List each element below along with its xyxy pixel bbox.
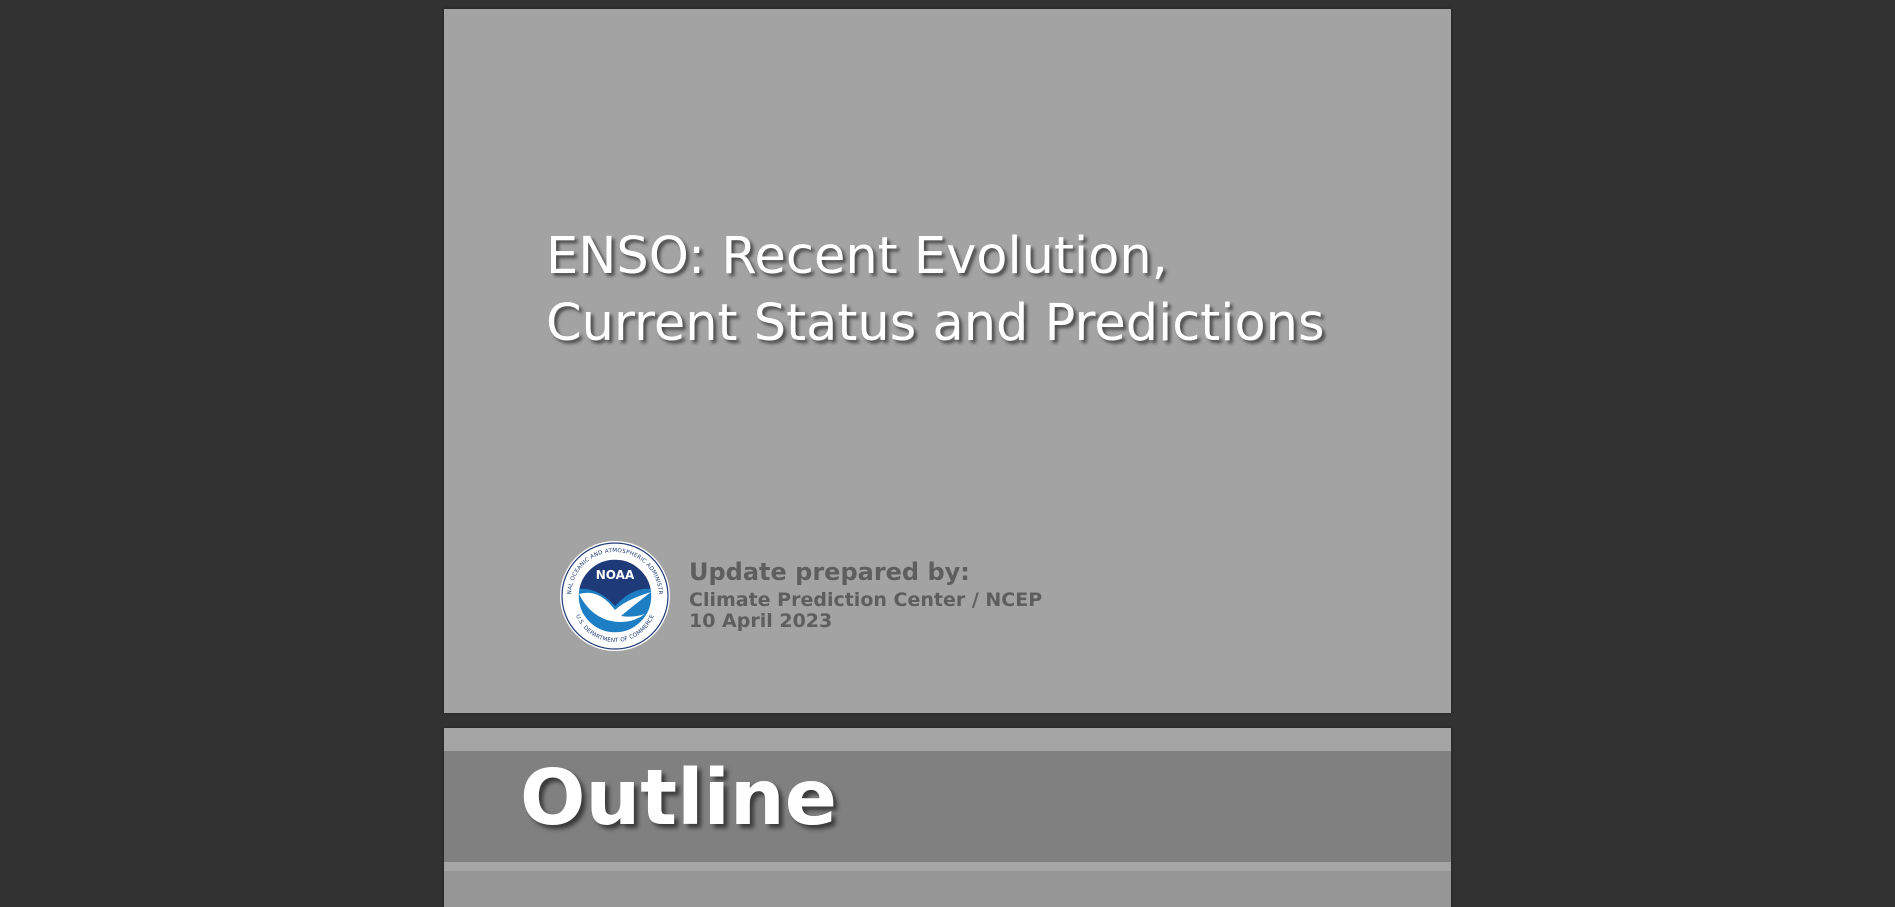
divider-stripe [444,871,1451,907]
slide-outline[interactable]: Outline [444,728,1451,907]
slide-title[interactable]: ENSO: Recent Evolution, Current Status a… [444,9,1451,713]
noaa-logo-icon: NATIONAL OCEANIC AND ATMOSPHERIC ADMINIS… [559,540,670,651]
presentation-viewer: ENSO: Recent Evolution, Current Status a… [0,0,1895,907]
credit-organization: Climate Prediction Center / NCEP [689,589,1043,611]
credit-date: 10 April 2023 [689,610,833,632]
slide-title-line-1: ENSO: Recent Evolution, [546,227,1168,286]
outline-title: Outline [520,754,837,843]
slide-title-line-2: Current Status and Predictions [546,294,1325,353]
svg-text:NOAA: NOAA [596,568,635,582]
credit-heading: Update prepared by: [689,558,970,586]
